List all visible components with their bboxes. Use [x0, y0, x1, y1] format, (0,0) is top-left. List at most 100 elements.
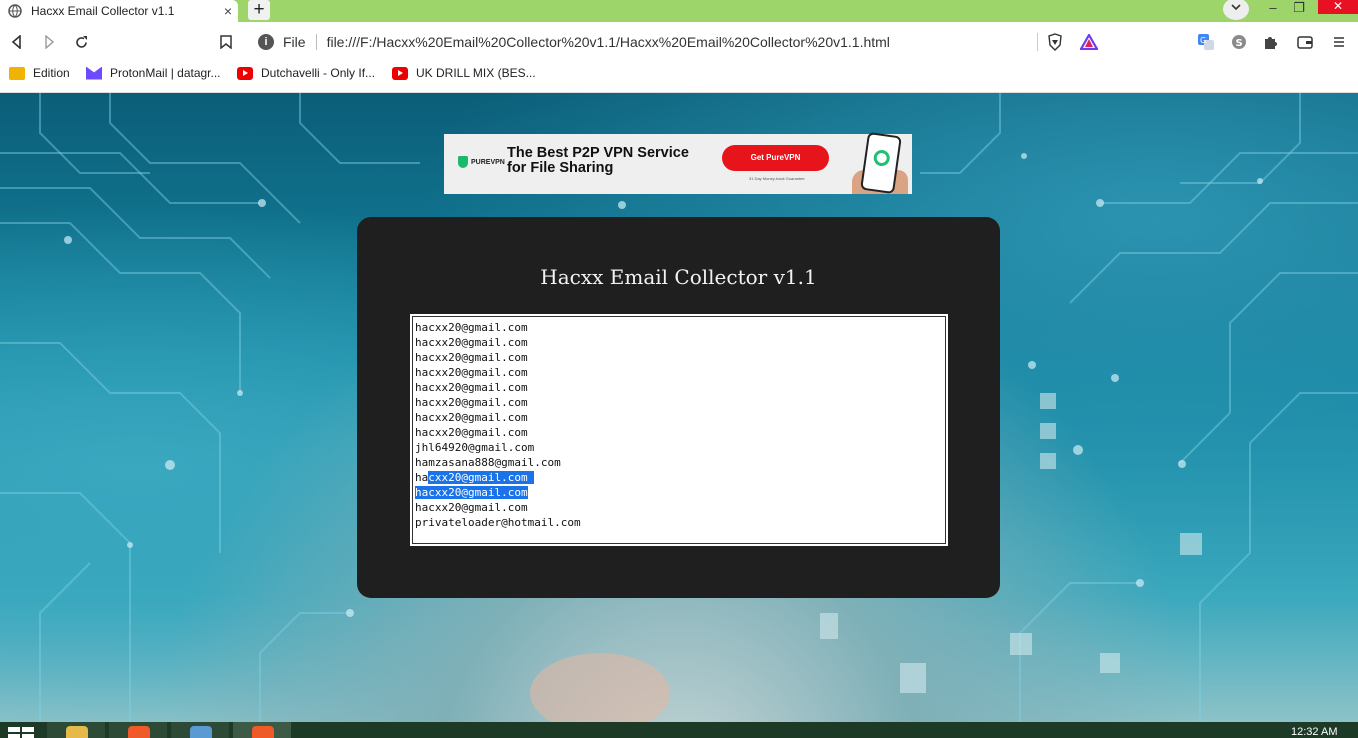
taskbar: 12:32 AM [0, 722, 1358, 738]
wallet-icon[interactable] [1296, 33, 1314, 51]
translate-icon[interactable]: G [1197, 33, 1215, 51]
address-bar[interactable]: i File file:///F:/Hacxx%20Email%20Collec… [248, 29, 1036, 55]
email-line: hacxx20@gmail.com [415, 335, 946, 350]
new-tab-button[interactable]: + [248, 0, 270, 20]
email-text: hacxx20@gmail.com [415, 321, 528, 334]
tab-search-button[interactable] [1223, 0, 1249, 20]
email-line: hacxx20@gmail.com [415, 425, 946, 440]
menu-icon[interactable] [1330, 33, 1348, 51]
email-line: jhl64920@gmail.com [415, 440, 946, 455]
ad-brand: PUREVPN [471, 158, 505, 166]
taskbar-brave-active[interactable] [233, 722, 291, 738]
brave-icon [128, 726, 150, 738]
minimize-button[interactable]: – [1262, 0, 1284, 20]
bookmark-item-uk-drill-mix[interactable]: UK DRILL MIX (BES... [392, 66, 536, 80]
tab-title: Hacxx Email Collector v1.1 [31, 4, 175, 18]
email-text: hacxx20@gmail.com [415, 351, 528, 364]
ad-fine-print: 31 Day Money-back Guarantee [749, 176, 805, 181]
bookmark-item-dutchavelli[interactable]: Dutchavelli - Only If... [237, 66, 375, 80]
purevpn-logo-icon [458, 156, 468, 168]
bookmark-label: UK DRILL MIX (BES... [416, 66, 536, 80]
extensions-puzzle-icon[interactable] [1262, 33, 1280, 51]
back-arrow-icon [11, 35, 21, 49]
bookmark-label: ProtonMail | datagr... [110, 66, 221, 80]
email-line: hacxx20@gmail.com [415, 410, 946, 425]
email-text: hacxx20@gmail.com [415, 501, 528, 514]
ad-brand-logo: PUREVPN [458, 156, 505, 168]
email-line: hacxx20@gmail.com [415, 500, 946, 515]
chevron-down-icon [1231, 4, 1241, 11]
folder-icon [9, 66, 25, 80]
email-text: hacxx20@gmail.com [415, 336, 528, 349]
email-list-textarea[interactable]: hacxx20@gmail.com hacxx20@gmail.com hacxx2… [410, 314, 948, 546]
protonmail-icon [86, 66, 102, 80]
email-text: ha [415, 471, 429, 484]
email-line: hacxx20@gmail.com [415, 320, 946, 335]
browser-toolbar: i File file:///F:/Hacxx%20Email%20Collec… [0, 22, 1358, 62]
ad-headline: The Best P2P VPN Service for File Sharin… [507, 146, 707, 176]
tab-close-icon[interactable]: × [220, 3, 236, 19]
ad-banner[interactable]: PUREVPN The Best P2P VPN Service for Fil… [444, 131, 912, 195]
tab-strip: Hacxx Email Collector v1.1 × + – ❐ ✕ [0, 0, 1358, 22]
svg-text:G: G [1200, 36, 1206, 45]
collector-panel: Hacxx Email Collector v1.1 hacxx20@gmail… [357, 217, 1000, 598]
selected-text: cxx20@gmail.com [428, 471, 535, 484]
email-text: hacxx20@gmail.com [415, 381, 528, 394]
taskbar-app[interactable] [171, 722, 229, 738]
bookmark-label: Edition [33, 66, 70, 80]
email-text: hacxx20@gmail.com [415, 366, 528, 379]
brave-shield-icon[interactable] [1046, 33, 1064, 51]
reload-button[interactable] [70, 31, 92, 53]
email-line: hacxx20@gmail.com [415, 380, 946, 395]
taskbar-clock: 12:32 AM [1291, 726, 1338, 738]
folder-icon [66, 726, 88, 738]
selected-text: hacxx20@gmail.com [415, 486, 528, 499]
reload-icon [75, 35, 87, 48]
email-line: hacxx20@gmail.com [415, 350, 946, 365]
email-line: hacxx20@gmail.com [415, 485, 946, 500]
ad-headline-line2: for File Sharing [507, 160, 614, 176]
bookmark-icon [220, 35, 232, 49]
brave-rewards-icon[interactable] [1080, 33, 1098, 51]
tab-active[interactable]: Hacxx Email Collector v1.1 × [0, 0, 238, 22]
extension-s-icon[interactable]: S [1230, 33, 1248, 51]
divider [1037, 33, 1038, 51]
info-icon[interactable]: i [258, 34, 274, 50]
url-scheme: File [283, 34, 306, 50]
page-viewport: PUREVPN The Best P2P VPN Service for Fil… [0, 93, 1358, 722]
bookmark-item-protonmail[interactable]: ProtonMail | datagr... [86, 66, 221, 80]
email-line: hacxx20@gmail.com [415, 395, 946, 410]
email-line: hamzasana888@gmail.com [415, 455, 946, 470]
email-text: hacxx20@gmail.com [415, 411, 528, 424]
taskbar-file-explorer[interactable] [47, 722, 105, 738]
globe-icon [8, 4, 22, 18]
youtube-icon [392, 66, 408, 80]
ad-headline-line1: The Best P2P VPN Service [507, 145, 689, 161]
forward-arrow-icon [45, 35, 55, 49]
bookmark-label: Dutchavelli - Only If... [261, 66, 376, 80]
email-line: hacxx20@gmail.com [415, 470, 946, 485]
windows-start-icon[interactable] [8, 727, 34, 738]
bookmark-item-edition[interactable]: Edition [9, 66, 70, 80]
taskbar-brave[interactable] [109, 722, 167, 738]
brave-icon [252, 726, 274, 738]
email-text: privateloader@hotmail.com [415, 516, 581, 529]
email-line: hacxx20@gmail.com [415, 365, 946, 380]
bookmarks-bar: Edition ProtonMail | datagr... Dutchavel… [0, 62, 1358, 86]
forward-button[interactable] [38, 31, 60, 53]
close-window-button[interactable]: ✕ [1318, 0, 1358, 14]
back-button[interactable] [6, 31, 28, 53]
bookmark-button[interactable] [215, 31, 237, 53]
email-text: jhl64920@gmail.com [415, 441, 535, 454]
email-text: hacxx20@gmail.com [415, 396, 528, 409]
app-icon [190, 726, 212, 738]
divider [315, 34, 317, 50]
url-text[interactable]: file:///F:/Hacxx%20Email%20Collector%20v… [327, 34, 890, 50]
vpn-ring-icon [872, 149, 891, 168]
svg-text:S: S [1236, 38, 1243, 49]
email-text: hacxx20@gmail.com [415, 426, 528, 439]
email-text: hamzasana888@gmail.com [415, 456, 561, 469]
ad-cta-button[interactable]: Get PureVPN [722, 145, 829, 171]
app-title: Hacxx Email Collector v1.1 [540, 265, 817, 289]
maximize-button[interactable]: ❐ [1288, 0, 1310, 20]
